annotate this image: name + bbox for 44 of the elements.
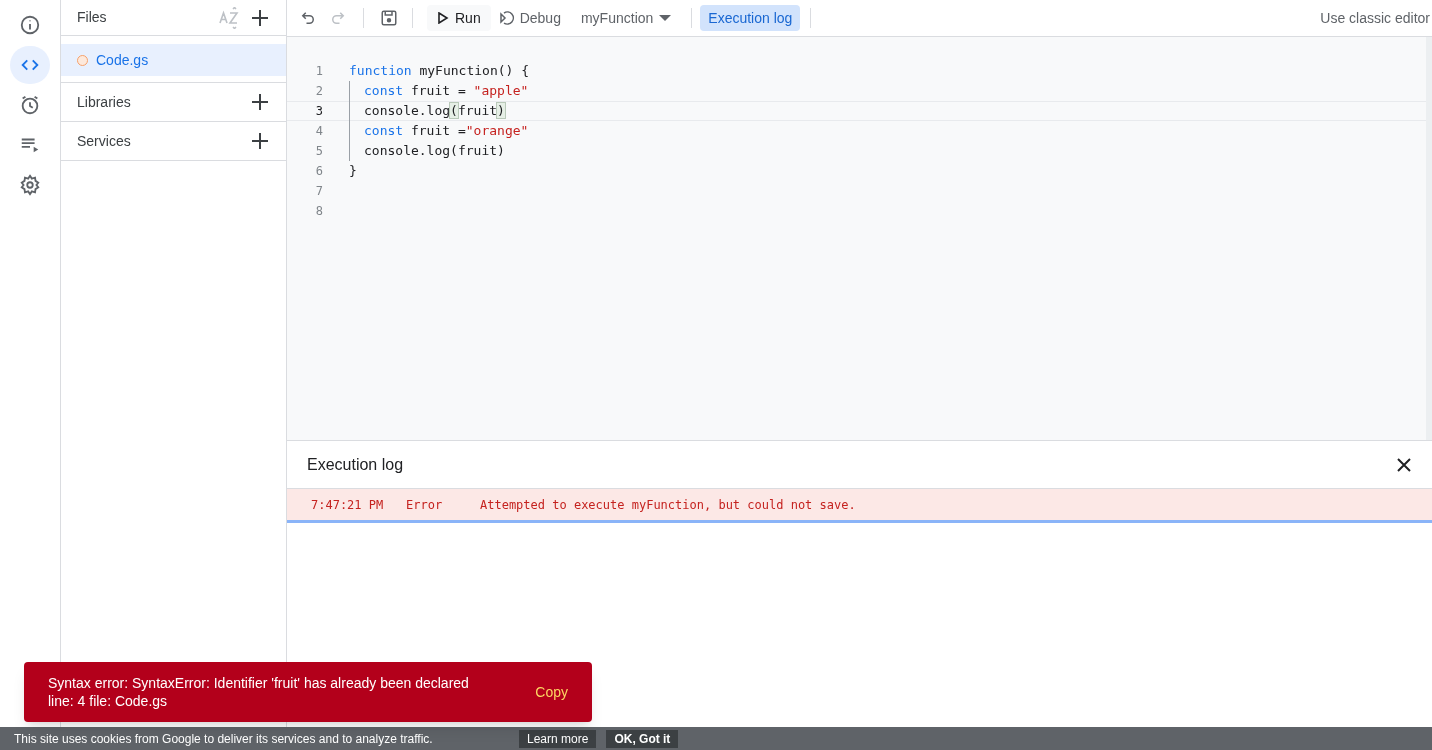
code-line: const fruit ="orange" [349, 121, 529, 141]
execution-log-button[interactable]: Execution log [700, 5, 801, 31]
plus-icon[interactable] [250, 92, 270, 112]
code-line: } [349, 162, 357, 181]
section-title: Services [77, 131, 132, 151]
code-editor[interactable]: 1 function myFunction() { 2 const fruit = "apple" 3 console.log(fruit) 4 const fruit ="orange" 5 console.log(fruit) 6 } 7 8 [287, 37, 1432, 440]
plus-icon[interactable] [250, 131, 270, 151]
save-icon[interactable] [380, 9, 398, 27]
section-title: Libraries [77, 92, 132, 112]
code-line: const fruit = "apple" [349, 81, 529, 101]
play-icon [437, 12, 449, 24]
line-number: 6 [314, 163, 323, 180]
code-line: console.log(fruit) [349, 101, 505, 121]
line-number: 1 [314, 63, 323, 80]
code-line: console.log(fruit) [349, 141, 505, 161]
code-line: function myFunction() { [349, 62, 530, 81]
copy-button[interactable]: Copy [535, 681, 568, 703]
rail-button[interactable] [10, 46, 50, 84]
log-entry: 7:47:21 PM Error Attempted to execute myFunction, but could not save. [287, 489, 1432, 523]
settings-icon [19, 174, 41, 196]
line-number: 7 [314, 183, 323, 200]
debug-icon [498, 10, 515, 26]
line-number: 4 [314, 123, 323, 140]
file-item[interactable]: Code.gs [61, 44, 286, 76]
line-number: 5 [314, 143, 323, 160]
panel-title: Files [77, 8, 108, 27]
debug-button[interactable]: Debug [494, 5, 565, 31]
close-icon[interactable] [1396, 456, 1412, 473]
info-icon [19, 14, 41, 36]
line-number: 8 [314, 203, 323, 220]
log-title: Execution log [307, 454, 405, 475]
line-number: 2 [314, 83, 323, 100]
learn-more-link[interactable]: Learn more [519, 729, 597, 748]
classic-editor-link[interactable]: Use classic editor [1320, 7, 1432, 29]
alarm-clock-icon [19, 94, 41, 116]
toast-message: Syntax error: SyntaxError: Identifier 'fruit' has already been declared line: 4 file: Code.gs [48, 674, 470, 710]
run-button[interactable]: Run [427, 5, 491, 31]
cookie-notice: This site uses cookies from Google to deliver its services and to analyze traffic. [14, 730, 434, 748]
ok-button[interactable]: OK, Got it [606, 729, 679, 748]
line-number: 3 [314, 103, 323, 120]
caret-icon [659, 14, 672, 22]
function-dropdown[interactable]: myFunction [568, 5, 684, 31]
undo-icon[interactable] [299, 9, 317, 27]
plus-icon[interactable] [250, 7, 270, 28]
